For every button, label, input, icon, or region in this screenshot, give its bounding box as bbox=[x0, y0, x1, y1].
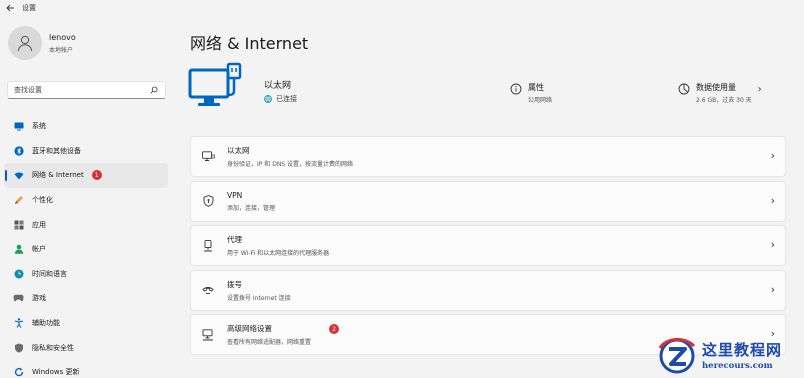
ethernet-monitor-icon bbox=[188, 62, 242, 106]
annotation-badge: 1 bbox=[91, 170, 102, 181]
user-profile[interactable]: lenovo 本地帐户 bbox=[8, 26, 76, 60]
page-title: 网络 & Internet bbox=[190, 34, 309, 53]
person-avatar-icon bbox=[18, 35, 32, 52]
data-usage-link[interactable]: 数据使用量 2.6 GB，过去 30 天 › bbox=[678, 82, 762, 104]
card-description: 用于 Wi-Fi 和以太网连接的代理服务器 bbox=[227, 250, 330, 257]
sidebar-item-label: Windows 更新 bbox=[32, 368, 80, 377]
connection-summary: 以太网 已连接 属性 公用网络 数据使用量 2.6 GB，过去 30 天 › bbox=[188, 58, 792, 116]
sidebar-item-label: 蓝牙和其他设备 bbox=[32, 146, 81, 155]
apps-icon bbox=[13, 219, 24, 230]
shield-icon bbox=[13, 342, 24, 353]
sidebar-item-accessibility[interactable]: 辅助功能 bbox=[4, 311, 168, 336]
avatar bbox=[8, 26, 42, 60]
card-title: 高级网络设置 bbox=[227, 324, 272, 333]
card-title: 拨号 bbox=[227, 279, 242, 289]
sidebar-item-label: 时间和语言 bbox=[32, 269, 67, 278]
vpn-shield-icon bbox=[201, 194, 215, 208]
data-usage-subtitle: 2.6 GB，过去 30 天 bbox=[696, 97, 752, 104]
person-icon bbox=[13, 244, 24, 255]
chevron-right-icon: › bbox=[770, 282, 775, 296]
sidebar-item-label: 游戏 bbox=[32, 294, 46, 303]
profile-account-type: 本地帐户 bbox=[49, 46, 74, 54]
window-title: 设置 bbox=[22, 4, 36, 12]
advanced-network-icon bbox=[201, 328, 215, 342]
pen-icon bbox=[13, 195, 24, 206]
dialup-icon bbox=[201, 283, 215, 297]
sidebar-item-label: 帐户 bbox=[32, 245, 46, 254]
annotation-badge: 2 bbox=[329, 324, 340, 334]
search-box[interactable] bbox=[7, 81, 166, 99]
search-icon[interactable] bbox=[149, 85, 159, 95]
sidebar-item-label: 系统 bbox=[32, 122, 46, 131]
connected-globe-icon bbox=[264, 95, 272, 103]
card-title: VPN bbox=[227, 190, 243, 200]
connection-name: 以太网 bbox=[264, 81, 292, 91]
watermark-url: herecours.com bbox=[702, 361, 773, 371]
sidebar-item-label: 隐私和安全性 bbox=[32, 343, 74, 352]
sidebar-item-bluetooth[interactable]: 蓝牙和其他设备 bbox=[4, 139, 168, 164]
data-usage-title: 数据使用量 bbox=[696, 83, 736, 92]
wifi-icon bbox=[13, 170, 24, 181]
card-description: 设置拨号 Internet 连接 bbox=[227, 294, 291, 302]
site-watermark: 这里教程网 herecours.com bbox=[656, 332, 804, 378]
card-title: 以太网 bbox=[227, 146, 250, 155]
card-description: 查看所有网络适配器，网络重置 bbox=[227, 339, 312, 346]
search-input[interactable] bbox=[14, 86, 149, 94]
chevron-right-icon: › bbox=[770, 238, 775, 251]
settings-list: 以太网 身份验证，IP 和 DNS 设置，按流量计费的网络 › VPN 添加，连… bbox=[190, 136, 786, 359]
profile-name: lenovo bbox=[49, 32, 76, 42]
card-vpn[interactable]: VPN 添加，连接，管理 › bbox=[190, 180, 786, 222]
sidebar-nav: 系统 蓝牙和其他设备 网络 & Internet 1 个性化 应用 帐户 时间和… bbox=[4, 114, 168, 378]
properties-title: 属性 bbox=[528, 83, 544, 92]
chevron-right-icon: › bbox=[757, 84, 762, 95]
sidebar-item-gaming[interactable]: 游戏 bbox=[4, 286, 168, 311]
connection-status: 已连接 bbox=[264, 94, 297, 104]
sidebar-item-personalization[interactable]: 个性化 bbox=[4, 188, 168, 213]
connection-status-label: 已连接 bbox=[276, 95, 297, 103]
bluetooth-icon bbox=[13, 145, 24, 156]
sidebar: lenovo 本地帐户 系统 蓝牙和其他设备 网络 & Internet bbox=[0, 16, 172, 378]
back-arrow-icon[interactable] bbox=[0, 0, 20, 16]
watermark-z-logo-icon bbox=[658, 338, 696, 374]
card-description: 身份验证，IP 和 DNS 设置，按流量计费的网络 bbox=[227, 161, 354, 168]
main-content: 网络 & Internet 以太网 已连接 属性 公用网络 数据使用量 2.6 … bbox=[182, 16, 804, 378]
sidebar-item-network[interactable]: 网络 & Internet 1 bbox=[4, 163, 168, 188]
sidebar-item-label: 辅助功能 bbox=[32, 319, 60, 328]
card-title: 代理 bbox=[227, 235, 242, 244]
card-proxy[interactable]: 代理 用于 Wi-Fi 和以太网连接的代理服务器 › bbox=[190, 225, 786, 266]
globe-clock-icon bbox=[13, 268, 24, 279]
chevron-right-icon: › bbox=[770, 193, 775, 207]
sidebar-item-label: 网络 & Internet bbox=[32, 171, 84, 180]
watermark-site-name: 这里教程网 bbox=[702, 341, 783, 359]
info-icon bbox=[510, 83, 522, 95]
accessibility-icon bbox=[13, 318, 24, 329]
data-usage-pie-icon bbox=[678, 83, 690, 95]
title-bar: 设置 bbox=[0, 0, 804, 16]
properties-link[interactable]: 属性 公用网络 bbox=[510, 82, 552, 104]
sidebar-item-windows-update[interactable]: Windows 更新 bbox=[4, 360, 168, 378]
sidebar-item-system[interactable]: 系统 bbox=[4, 114, 168, 139]
card-ethernet[interactable]: 以太网 身份验证，IP 和 DNS 设置，按流量计费的网络 › bbox=[190, 136, 786, 177]
card-description: 添加，连接，管理 bbox=[227, 204, 276, 212]
card-dialup[interactable]: 拨号 设置拨号 Internet 连接 › bbox=[190, 269, 786, 311]
monitor-icon bbox=[13, 121, 24, 132]
sidebar-item-time-language[interactable]: 时间和语言 bbox=[4, 262, 168, 287]
sidebar-item-privacy[interactable]: 隐私和安全性 bbox=[4, 335, 168, 360]
gamepad-icon bbox=[13, 293, 24, 304]
sidebar-item-label: 应用 bbox=[32, 220, 46, 229]
ethernet-icon bbox=[201, 150, 215, 164]
chevron-right-icon: › bbox=[770, 149, 775, 162]
sidebar-item-label: 个性化 bbox=[32, 196, 53, 205]
sidebar-item-apps[interactable]: 应用 bbox=[4, 212, 168, 237]
proxy-icon bbox=[201, 239, 215, 253]
sidebar-item-accounts[interactable]: 帐户 bbox=[4, 237, 168, 262]
update-icon bbox=[13, 367, 24, 378]
properties-subtitle: 公用网络 bbox=[528, 97, 553, 104]
